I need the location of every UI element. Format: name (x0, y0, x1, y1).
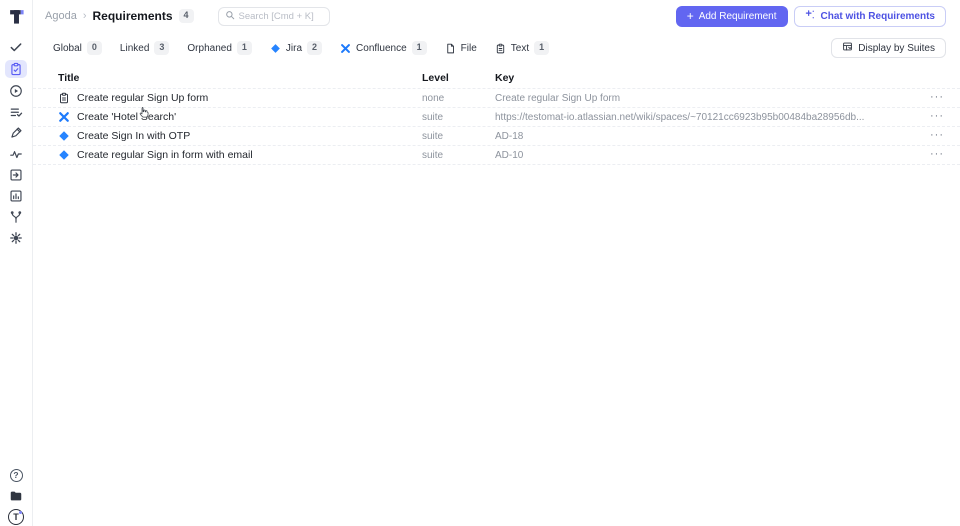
filter-orphaned[interactable]: Orphaned 1 (187, 41, 252, 55)
filter-confluence[interactable]: Confluence 1 (340, 41, 427, 55)
filter-global-count: 0 (86, 41, 102, 55)
sidebar-item-branches[interactable] (5, 209, 27, 225)
filter-orphaned-count: 1 (236, 41, 252, 55)
app-logo[interactable] (5, 5, 27, 27)
filter-linked-count: 3 (154, 41, 170, 55)
filter-tabs: Global 0 Linked 3 Orphaned 1 Jira 2 Conf… (53, 41, 550, 55)
requirement-title[interactable]: Create Sign In with OTP (77, 130, 190, 142)
account-button[interactable]: T (5, 509, 27, 525)
filter-file[interactable]: File (445, 43, 477, 54)
confluence-icon (58, 111, 70, 123)
row-menu-button[interactable]: ··· (922, 92, 944, 102)
sidebar-bottom: ? T (5, 467, 27, 525)
row-menu-button[interactable]: ··· (922, 149, 944, 159)
table-row[interactable]: Create regular Sign Up form none Create … (33, 89, 960, 108)
column-key: Key (495, 72, 515, 84)
runs-play-icon (9, 84, 23, 98)
automation-pulse-icon (9, 147, 23, 161)
sidebar-item-requirements[interactable] (5, 60, 27, 78)
sidebar-item-import[interactable] (5, 167, 27, 183)
filter-text[interactable]: Text 1 (495, 41, 550, 55)
reports-icon (9, 189, 23, 203)
breadcrumb-project[interactable]: Agoda (45, 10, 77, 22)
sidebar-item-editor[interactable] (5, 125, 27, 141)
requirements-count-badge: 4 (178, 9, 194, 23)
text-icon (58, 92, 70, 104)
requirement-title[interactable]: Create regular Sign Up form (77, 92, 208, 104)
chat-with-requirements-button[interactable]: Chat with Requirements (793, 5, 946, 27)
sidebar-item-tests[interactable] (5, 39, 27, 55)
confluence-icon (340, 43, 351, 54)
display-grid-icon (842, 41, 853, 55)
table-row[interactable]: Create 'Hotel Search' suite https://test… (33, 108, 960, 127)
table-row[interactable]: Create regular Sign in form with email s… (33, 146, 960, 165)
requirements-clipboard-icon (9, 62, 23, 76)
sidebar-item-reports[interactable] (5, 188, 27, 204)
requirement-level: none (422, 92, 445, 104)
add-requirement-button[interactable]: + Add Requirement (675, 5, 788, 27)
requirement-level: suite (422, 149, 444, 161)
column-level: Level (422, 72, 449, 84)
filter-jira[interactable]: Jira 2 (270, 41, 323, 55)
help-button[interactable]: ? (5, 467, 27, 483)
text-icon (495, 43, 506, 54)
jira-icon (58, 130, 70, 142)
plus-icon: + (686, 9, 694, 23)
sidebar-nav (5, 39, 27, 246)
file-icon (445, 43, 456, 54)
sidebar-item-runs[interactable] (5, 83, 27, 99)
breadcrumb-separator-icon: › (82, 10, 87, 22)
sidebar-item-automation[interactable] (5, 146, 27, 162)
display-by-suites-button[interactable]: Display by Suites (831, 38, 946, 58)
requirements-table: Title Level Key Create regular Sign Up f… (33, 68, 960, 165)
requirement-title[interactable]: Create regular Sign in form with email (77, 149, 253, 161)
projects-button[interactable] (5, 488, 27, 504)
requirement-level: suite (422, 130, 444, 142)
ai-sparkle-icon (805, 9, 816, 23)
filter-text-count: 1 (534, 41, 550, 55)
sidebar-item-plans[interactable] (5, 104, 27, 120)
row-menu-button[interactable]: ··· (922, 130, 944, 140)
jira-icon (58, 149, 70, 161)
sidebar: ? T (0, 0, 33, 526)
search-icon (225, 7, 235, 25)
requirement-key: Create regular Sign Up form (495, 92, 621, 104)
settings-gear-icon (9, 231, 23, 245)
filter-confluence-count: 1 (411, 41, 427, 55)
table-header: Title Level Key (33, 68, 960, 89)
search-input[interactable] (238, 10, 323, 22)
requirement-key: https://testomat-io.atlassian.net/wiki/s… (495, 111, 865, 123)
editor-pencil-icon (9, 126, 23, 140)
filter-linked[interactable]: Linked 3 (120, 41, 170, 55)
requirement-title[interactable]: Create 'Hotel Search' (77, 111, 176, 123)
search-box[interactable] (217, 6, 330, 26)
plans-list-icon (9, 105, 23, 119)
projects-folder-icon (9, 489, 23, 503)
jira-icon (270, 43, 281, 54)
topbar: Agoda › Requirements 4 + Add Requirement (33, 0, 960, 32)
import-icon (9, 168, 23, 182)
requirement-level: suite (422, 111, 444, 123)
page-title: Requirements (92, 9, 173, 23)
tests-check-icon (9, 40, 23, 54)
row-menu-button[interactable]: ··· (922, 111, 944, 121)
help-icon: ? (9, 468, 23, 482)
table-row[interactable]: Create Sign In with OTP suite AD-18 ··· (33, 127, 960, 146)
app-window: ? T Agoda › Requirements 4 Search [Cmd +… (0, 0, 960, 526)
requirement-key: AD-10 (495, 149, 524, 161)
filter-global[interactable]: Global 0 (53, 41, 102, 55)
sidebar-item-settings[interactable] (5, 230, 27, 246)
requirement-key: AD-18 (495, 130, 524, 142)
filter-jira-count: 2 (307, 41, 323, 55)
account-avatar: T (8, 509, 24, 525)
branch-icon (9, 210, 23, 224)
filter-bar: Global 0 Linked 3 Orphaned 1 Jira 2 Conf… (33, 36, 960, 60)
topbar-actions: + Add Requirement Chat with Requirements (675, 5, 946, 27)
column-title: Title (58, 72, 80, 84)
main-area: Agoda › Requirements 4 + Add Requirement (33, 0, 960, 526)
breadcrumb: Agoda › Requirements 4 (45, 9, 194, 23)
